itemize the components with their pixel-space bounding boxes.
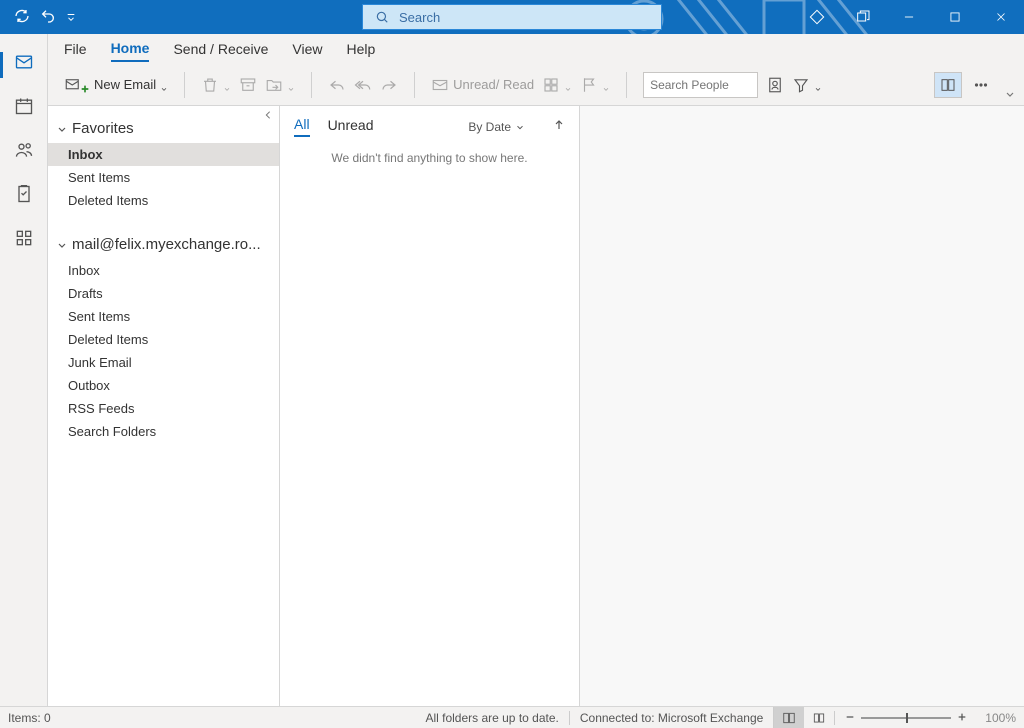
forward-button[interactable]: [380, 76, 398, 94]
address-book-button[interactable]: [766, 76, 784, 94]
new-email-button[interactable]: New Email: [64, 76, 168, 94]
status-item-count: Items: 0: [0, 711, 51, 725]
status-connection: Connected to: Microsoft Exchange: [569, 711, 773, 725]
nav-mail[interactable]: [0, 52, 48, 72]
view-normal-button[interactable]: [774, 707, 804, 728]
tab-file[interactable]: File: [64, 37, 87, 61]
maximize-button[interactable]: [932, 0, 978, 34]
undo-icon[interactable]: [40, 8, 56, 27]
folder-favorites-deleted[interactable]: Deleted Items: [48, 189, 279, 212]
nav-people[interactable]: [0, 140, 48, 160]
view-reading-button[interactable]: [804, 707, 834, 728]
folder-drafts[interactable]: Drafts: [48, 282, 279, 305]
folder-favorites-sent[interactable]: Sent Items: [48, 166, 279, 189]
collapse-ribbon-icon[interactable]: [1004, 88, 1016, 103]
folder-pane: Favorites Inbox Sent Items Deleted Items…: [48, 106, 280, 706]
nav-calendar[interactable]: [0, 96, 48, 116]
account-label: mail@felix.myexchange.ro...: [72, 236, 261, 253]
sort-by-button[interactable]: By Date: [468, 120, 525, 134]
status-view-buttons: [773, 707, 834, 728]
ribbon: New Email Unread/ Rea: [0, 64, 1024, 106]
layout-compact-button[interactable]: [935, 73, 961, 97]
unread-read-button[interactable]: Unread/ Read: [431, 76, 534, 94]
folder-inbox[interactable]: Inbox: [48, 259, 279, 282]
reading-pane: [580, 106, 1024, 706]
move-button[interactable]: [265, 76, 295, 94]
chevron-down-icon: [515, 122, 525, 132]
close-button[interactable]: [978, 0, 1024, 34]
search-people-input[interactable]: [643, 72, 758, 98]
collapse-folder-pane-icon[interactable]: [263, 108, 273, 123]
reply-button[interactable]: [328, 76, 346, 94]
chevron-down-icon: [56, 239, 68, 251]
minimize-button[interactable]: [886, 0, 932, 34]
folder-search-folders[interactable]: Search Folders: [48, 420, 279, 443]
window-mode-icon[interactable]: [840, 0, 886, 34]
tab-home[interactable]: Home: [111, 36, 150, 62]
search-icon: [375, 10, 389, 24]
message-list-pane: All Unread By Date We didn't find anythi…: [280, 106, 580, 706]
empty-message: We didn't find anything to show here.: [280, 141, 579, 175]
qat-customize-icon[interactable]: [66, 10, 76, 25]
tab-view[interactable]: View: [292, 37, 322, 61]
chevron-down-icon: [56, 123, 68, 135]
navigation-rail: [0, 34, 48, 706]
new-email-label: New Email: [94, 77, 156, 92]
account-header[interactable]: mail@felix.myexchange.ro...: [48, 230, 279, 259]
search-input[interactable]: [397, 9, 661, 26]
sort-direction-button[interactable]: [553, 119, 565, 134]
archive-button[interactable]: [239, 76, 257, 94]
folder-favorites-inbox[interactable]: Inbox: [48, 143, 279, 166]
folder-sent-items[interactable]: Sent Items: [48, 305, 279, 328]
unread-read-label: Unread/ Read: [453, 77, 534, 92]
tab-help[interactable]: Help: [347, 37, 376, 61]
layout-toggle: [934, 72, 962, 98]
flag-button[interactable]: [580, 76, 610, 94]
zoom-out-button[interactable]: [845, 711, 855, 725]
tab-send-receive[interactable]: Send / Receive: [173, 37, 268, 61]
folder-junk-email[interactable]: Junk Email: [48, 351, 279, 374]
more-commands-button[interactable]: [972, 76, 990, 94]
filter-unread-tab[interactable]: Unread: [328, 117, 374, 136]
categorize-button[interactable]: [542, 76, 572, 94]
filter-all-tab[interactable]: All: [294, 116, 310, 137]
sync-icon[interactable]: [14, 8, 30, 27]
delete-button[interactable]: [201, 76, 231, 94]
status-sync: All folders are up to date.: [51, 711, 569, 725]
folder-deleted-items[interactable]: Deleted Items: [48, 328, 279, 351]
favorites-label: Favorites: [72, 120, 134, 137]
search-box[interactable]: [362, 4, 662, 30]
nav-more[interactable]: [0, 228, 48, 248]
body-area: Favorites Inbox Sent Items Deleted Items…: [0, 106, 1024, 706]
zoom-percent[interactable]: 100%: [977, 711, 1024, 725]
chevron-down-icon[interactable]: [160, 81, 168, 89]
zoom-in-button[interactable]: [957, 711, 967, 725]
coming-soon-icon[interactable]: [794, 0, 840, 34]
nav-tasks[interactable]: [0, 184, 48, 204]
folder-rss-feeds[interactable]: RSS Feeds: [48, 397, 279, 420]
menu-tabs: File Home Send / Receive View Help: [0, 34, 1024, 64]
title-bar: [0, 0, 1024, 34]
favorites-header[interactable]: Favorites: [48, 114, 279, 143]
folder-outbox[interactable]: Outbox: [48, 374, 279, 397]
zoom-slider[interactable]: [861, 717, 951, 719]
sort-by-label: By Date: [468, 120, 511, 134]
zoom-control: [834, 711, 977, 725]
reply-all-button[interactable]: [354, 76, 372, 94]
filter-button[interactable]: [792, 76, 822, 94]
status-bar: Items: 0 All folders are up to date. Con…: [0, 706, 1024, 728]
